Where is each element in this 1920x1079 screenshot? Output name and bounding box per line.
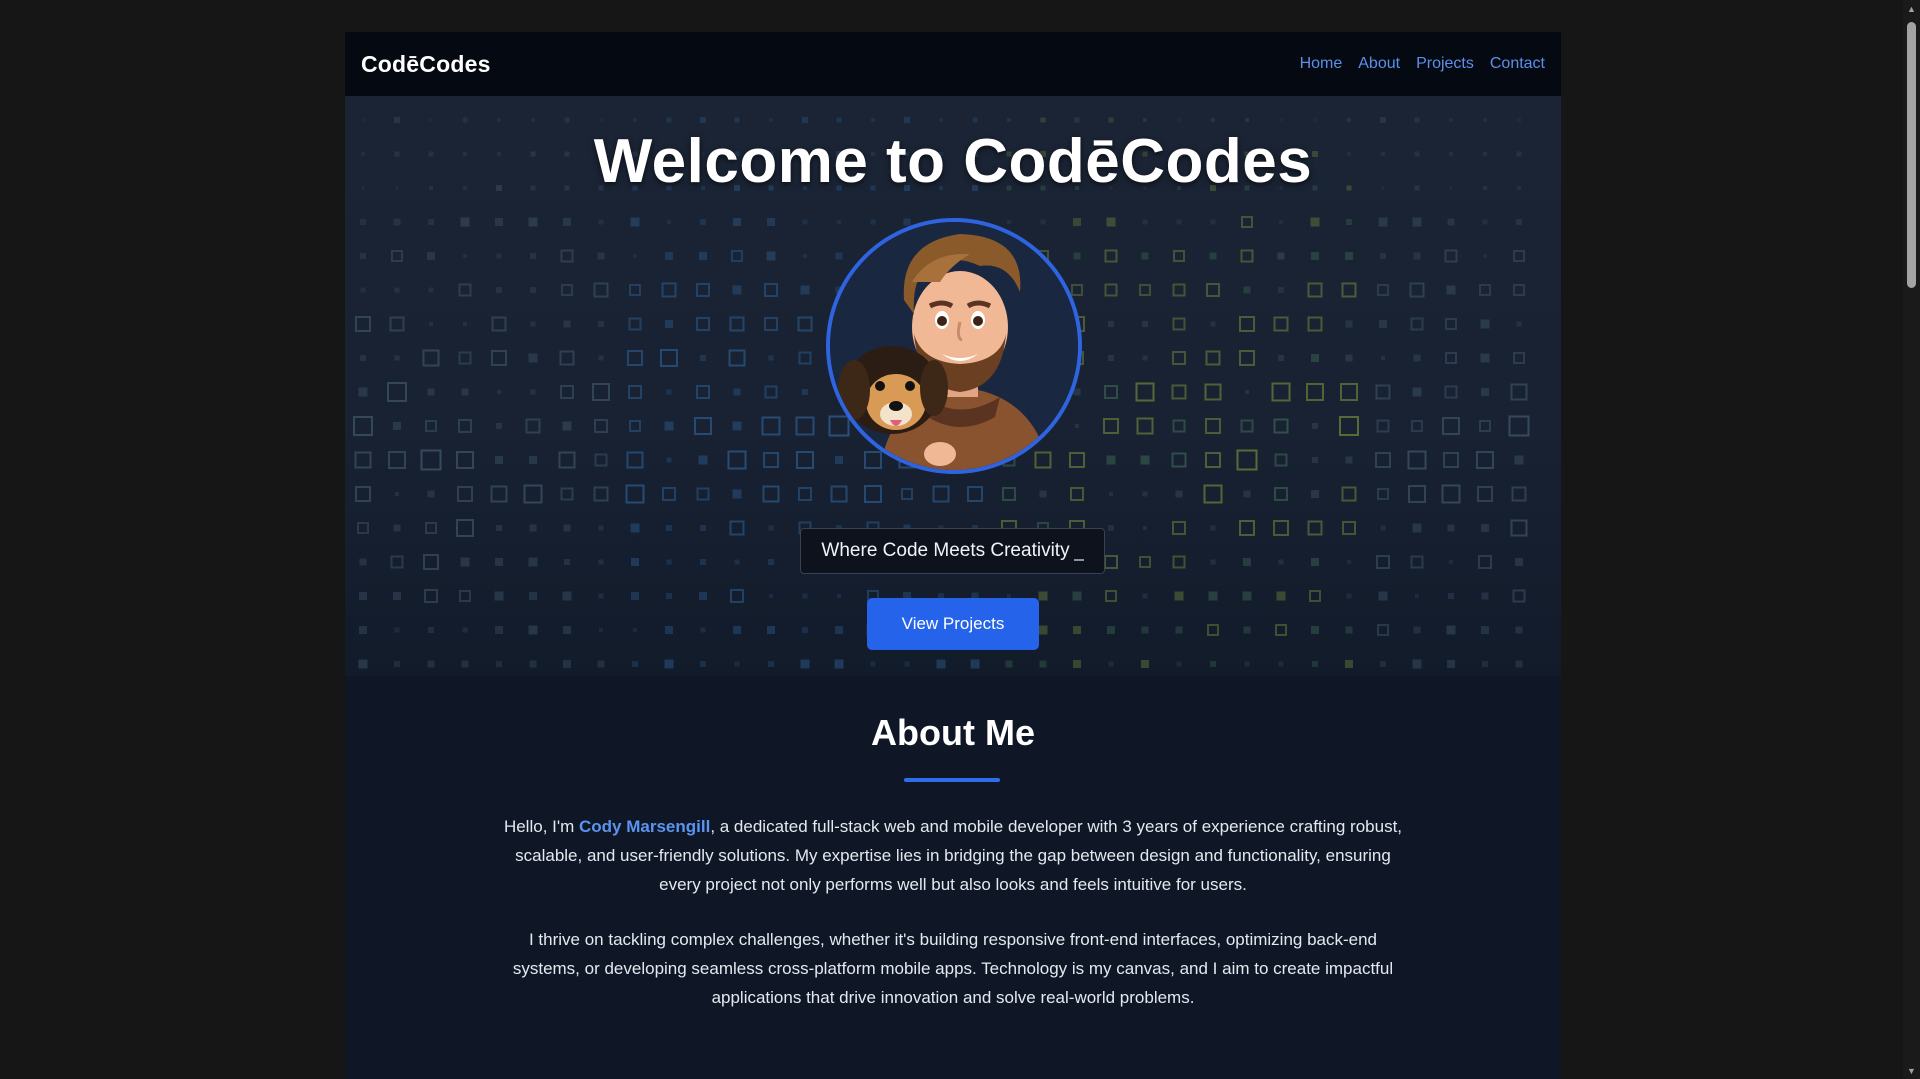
page-container: CodēCodes Home About Projects Contact We…	[345, 32, 1561, 1079]
nav-links: Home About Projects Contact	[1300, 55, 1545, 73]
avatar	[826, 218, 1082, 474]
hero-section: Welcome to CodēCodes Where Code Meets Cr…	[345, 96, 1561, 676]
vertical-scrollbar[interactable]: ▲ ▼	[1903, 0, 1920, 1079]
chevron-down-icon[interactable]: ▼	[1903, 1062, 1920, 1079]
nav-link-contact[interactable]: Contact	[1490, 55, 1545, 73]
about-title: About Me	[871, 712, 1035, 753]
tagline-box: Where Code Meets Creativity	[800, 528, 1105, 574]
about-paragraph-1: Hello, I'm Cody Marsengill, a dedicated …	[500, 812, 1406, 899]
about-p1-prefix: Hello, I'm	[503, 817, 579, 836]
nav-link-home[interactable]: Home	[1300, 55, 1343, 73]
navbar: CodēCodes Home About Projects Contact	[345, 32, 1561, 96]
nav-link-about[interactable]: About	[1358, 55, 1400, 73]
chevron-up-icon[interactable]: ▲	[1903, 0, 1920, 17]
brand-logo[interactable]: CodēCodes	[361, 51, 491, 78]
tagline-text: Where Code Meets Creativity	[821, 540, 1070, 561]
hero-title: Welcome to CodēCodes	[593, 127, 1313, 196]
view-projects-button[interactable]: View Projects	[867, 598, 1039, 650]
nav-link-projects[interactable]: Projects	[1416, 55, 1474, 73]
scroll-thumb[interactable]	[1907, 22, 1916, 288]
about-paragraph-2: I thrive on tackling complex challenges,…	[512, 930, 1394, 1007]
typing-cursor	[1073, 559, 1084, 561]
author-name: Cody Marsengill	[579, 817, 711, 836]
avatar-illustration	[830, 222, 1078, 470]
about-divider	[904, 778, 1000, 782]
